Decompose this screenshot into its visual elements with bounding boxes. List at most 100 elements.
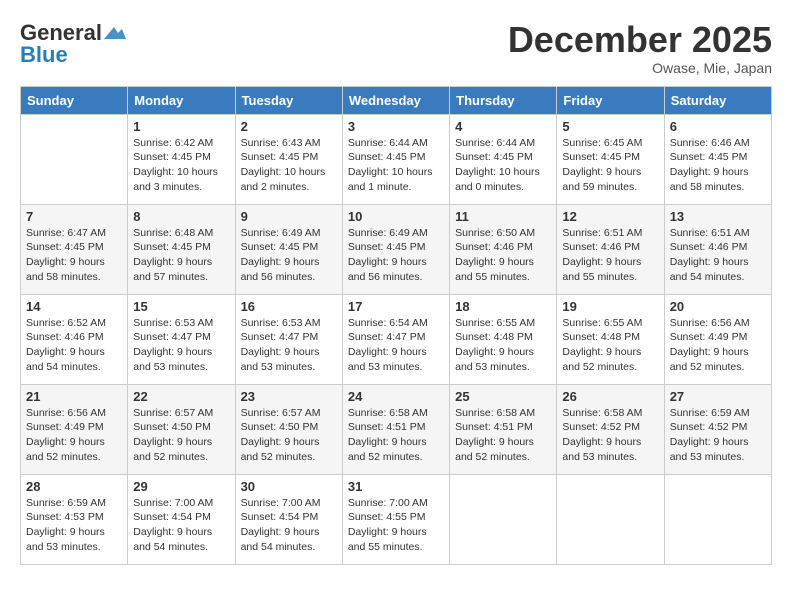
calendar-cell: 6 Sunrise: 6:46 AMSunset: 4:45 PMDaylight… <box>664 114 771 204</box>
day-number: 31 <box>348 479 444 494</box>
day-number: 19 <box>562 299 658 314</box>
calendar-cell <box>664 474 771 564</box>
day-info: Sunrise: 7:00 AMSunset: 4:54 PMDaylight:… <box>133 496 229 555</box>
calendar-cell: 23Sunrise: 6:57 AMSunset: 4:50 PMDayligh… <box>235 384 342 474</box>
calendar-cell: 20 Sunrise: 6:56 AMSunset: 4:49 PMDayligh… <box>664 294 771 384</box>
day-info: Sunrise: 6:57 AMSunset: 4:50 PMDaylight:… <box>133 406 229 465</box>
day-info: Sunrise: 6:46 AMSunset: 4:45 PMDaylight:… <box>670 136 766 195</box>
day-info: Sunrise: 7:00 AMSunset: 4:54 PMDaylight:… <box>241 496 337 555</box>
day-number: 27 <box>670 389 766 404</box>
day-info: Sunrise: 6:49 AMSunset: 4:45 PMDaylight:… <box>241 226 337 285</box>
day-info: Sunrise: 6:51 AMSunset: 4:46 PMDaylight:… <box>562 226 658 285</box>
calendar-cell: 31 Sunrise: 7:00 AMSunset: 4:55 PMDayligh… <box>342 474 449 564</box>
day-number: 30 <box>241 479 337 494</box>
day-info: Sunrise: 6:42 AMSunset: 4:45 PMDaylight:… <box>133 136 229 195</box>
calendar-week-4: 21 Sunrise: 6:56 AMSunset: 4:49 PMDayligh… <box>21 384 772 474</box>
calendar-cell: 24 Sunrise: 6:58 AMSunset: 4:51 PMDayligh… <box>342 384 449 474</box>
day-info: Sunrise: 6:57 AMSunset: 4:50 PMDaylight:… <box>241 406 337 465</box>
calendar-cell: 22 Sunrise: 6:57 AMSunset: 4:50 PMDayligh… <box>128 384 235 474</box>
day-number: 3 <box>348 119 444 134</box>
day-number: 2 <box>241 119 337 134</box>
weekday-header-friday: Friday <box>557 86 664 114</box>
day-info: Sunrise: 6:55 AMSunset: 4:48 PMDaylight:… <box>455 316 551 375</box>
calendar-cell <box>557 474 664 564</box>
day-number: 13 <box>670 209 766 224</box>
day-number: 17 <box>348 299 444 314</box>
calendar-cell <box>21 114 128 204</box>
calendar-week-2: 7 Sunrise: 6:47 AMSunset: 4:45 PMDaylight… <box>21 204 772 294</box>
day-info: Sunrise: 6:52 AMSunset: 4:46 PMDaylight:… <box>26 316 122 375</box>
calendar-cell: 3 Sunrise: 6:44 AMSunset: 4:45 PMDaylight… <box>342 114 449 204</box>
weekday-header-sunday: Sunday <box>21 86 128 114</box>
calendar-cell: 17 Sunrise: 6:54 AMSunset: 4:47 PMDayligh… <box>342 294 449 384</box>
day-number: 11 <box>455 209 551 224</box>
day-info: Sunrise: 6:51 AMSunset: 4:46 PMDaylight:… <box>670 226 766 285</box>
calendar-cell: 27Sunrise: 6:59 AMSunset: 4:52 PMDayligh… <box>664 384 771 474</box>
calendar-week-3: 14 Sunrise: 6:52 AMSunset: 4:46 PMDayligh… <box>21 294 772 384</box>
day-number: 12 <box>562 209 658 224</box>
day-number: 1 <box>133 119 229 134</box>
day-info: Sunrise: 6:45 AMSunset: 4:45 PMDaylight:… <box>562 136 658 195</box>
calendar-cell: 29Sunrise: 7:00 AMSunset: 4:54 PMDayligh… <box>128 474 235 564</box>
calendar-cell: 30 Sunrise: 7:00 AMSunset: 4:54 PMDayligh… <box>235 474 342 564</box>
calendar-cell: 14 Sunrise: 6:52 AMSunset: 4:46 PMDayligh… <box>21 294 128 384</box>
logo-bird-icon <box>104 25 126 41</box>
day-info: Sunrise: 6:47 AMSunset: 4:45 PMDaylight:… <box>26 226 122 285</box>
day-info: Sunrise: 6:56 AMSunset: 4:49 PMDaylight:… <box>26 406 122 465</box>
page-header: General Blue December 2025 Owase, Mie, J… <box>20 20 772 76</box>
day-number: 9 <box>241 209 337 224</box>
day-number: 25 <box>455 389 551 404</box>
day-info: Sunrise: 6:49 AMSunset: 4:45 PMDaylight:… <box>348 226 444 285</box>
day-info: Sunrise: 6:54 AMSunset: 4:47 PMDaylight:… <box>348 316 444 375</box>
day-number: 28 <box>26 479 122 494</box>
calendar-cell: 28Sunrise: 6:59 AMSunset: 4:53 PMDayligh… <box>21 474 128 564</box>
calendar-cell: 4 Sunrise: 6:44 AMSunset: 4:45 PMDaylight… <box>450 114 557 204</box>
day-info: Sunrise: 6:56 AMSunset: 4:49 PMDaylight:… <box>670 316 766 375</box>
day-number: 16 <box>241 299 337 314</box>
calendar-cell: 2 Sunrise: 6:43 AMSunset: 4:45 PMDaylight… <box>235 114 342 204</box>
day-info: Sunrise: 6:43 AMSunset: 4:45 PMDaylight:… <box>241 136 337 195</box>
calendar-table: SundayMondayTuesdayWednesdayThursdayFrid… <box>20 86 772 565</box>
month-title: December 2025 <box>508 20 772 60</box>
day-number: 14 <box>26 299 122 314</box>
calendar-cell: 16Sunrise: 6:53 AMSunset: 4:47 PMDayligh… <box>235 294 342 384</box>
day-info: Sunrise: 6:50 AMSunset: 4:46 PMDaylight:… <box>455 226 551 285</box>
weekday-header-row: SundayMondayTuesdayWednesdayThursdayFrid… <box>21 86 772 114</box>
calendar-cell: 18 Sunrise: 6:55 AMSunset: 4:48 PMDayligh… <box>450 294 557 384</box>
day-info: Sunrise: 6:58 AMSunset: 4:51 PMDaylight:… <box>348 406 444 465</box>
day-info: Sunrise: 6:53 AMSunset: 4:47 PMDaylight:… <box>133 316 229 375</box>
calendar-cell <box>450 474 557 564</box>
calendar-cell: 7 Sunrise: 6:47 AMSunset: 4:45 PMDaylight… <box>21 204 128 294</box>
title-block: December 2025 Owase, Mie, Japan <box>508 20 772 76</box>
calendar-cell: 25Sunrise: 6:58 AMSunset: 4:51 PMDayligh… <box>450 384 557 474</box>
day-info: Sunrise: 6:44 AMSunset: 4:45 PMDaylight:… <box>348 136 444 195</box>
day-number: 6 <box>670 119 766 134</box>
day-number: 24 <box>348 389 444 404</box>
weekday-header-thursday: Thursday <box>450 86 557 114</box>
day-info: Sunrise: 7:00 AMSunset: 4:55 PMDaylight:… <box>348 496 444 555</box>
calendar-cell: 19 Sunrise: 6:55 AMSunset: 4:48 PMDayligh… <box>557 294 664 384</box>
calendar-cell: 9 Sunrise: 6:49 AMSunset: 4:45 PMDaylight… <box>235 204 342 294</box>
calendar-week-5: 28Sunrise: 6:59 AMSunset: 4:53 PMDayligh… <box>21 474 772 564</box>
day-info: Sunrise: 6:48 AMSunset: 4:45 PMDaylight:… <box>133 226 229 285</box>
location-subtitle: Owase, Mie, Japan <box>508 60 772 76</box>
day-number: 4 <box>455 119 551 134</box>
weekday-header-saturday: Saturday <box>664 86 771 114</box>
day-info: Sunrise: 6:58 AMSunset: 4:52 PMDaylight:… <box>562 406 658 465</box>
logo-blue: Blue <box>20 42 68 68</box>
day-number: 21 <box>26 389 122 404</box>
day-number: 18 <box>455 299 551 314</box>
day-info: Sunrise: 6:55 AMSunset: 4:48 PMDaylight:… <box>562 316 658 375</box>
day-number: 20 <box>670 299 766 314</box>
day-number: 15 <box>133 299 229 314</box>
calendar-cell: 12 Sunrise: 6:51 AMSunset: 4:46 PMDayligh… <box>557 204 664 294</box>
calendar-cell: 5 Sunrise: 6:45 AMSunset: 4:45 PMDaylight… <box>557 114 664 204</box>
day-number: 10 <box>348 209 444 224</box>
day-number: 22 <box>133 389 229 404</box>
day-number: 5 <box>562 119 658 134</box>
weekday-header-wednesday: Wednesday <box>342 86 449 114</box>
calendar-cell: 11 Sunrise: 6:50 AMSunset: 4:46 PMDayligh… <box>450 204 557 294</box>
day-number: 7 <box>26 209 122 224</box>
day-number: 8 <box>133 209 229 224</box>
day-info: Sunrise: 6:44 AMSunset: 4:45 PMDaylight:… <box>455 136 551 195</box>
